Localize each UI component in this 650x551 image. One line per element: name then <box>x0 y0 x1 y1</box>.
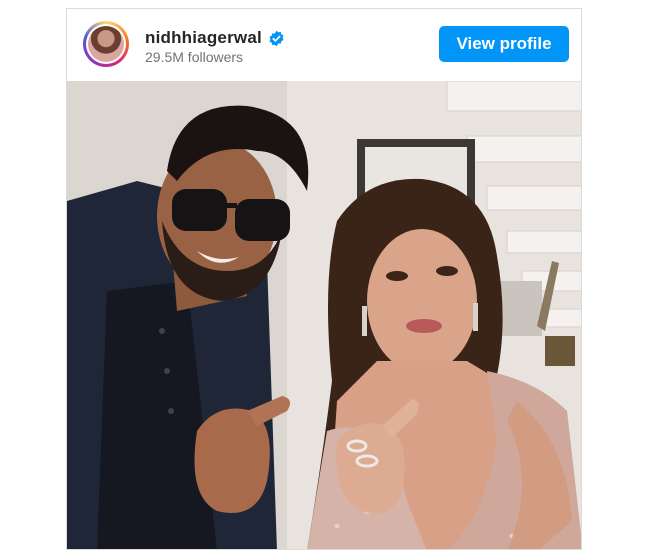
username[interactable]: nidhhiagerwal <box>145 28 262 48</box>
instagram-embed-card: nidhhiagerwal 29.5M followers View profi… <box>66 8 582 550</box>
post-photo[interactable] <box>67 81 581 549</box>
verified-badge-icon <box>269 30 284 46</box>
view-profile-button[interactable]: View profile <box>439 26 569 62</box>
username-row: nidhhiagerwal <box>145 28 285 48</box>
post-header: nidhhiagerwal 29.5M followers View profi… <box>67 9 581 81</box>
avatar[interactable] <box>83 21 129 67</box>
photo-illustration <box>67 81 581 549</box>
followers-count: 29.5M followers <box>145 49 244 65</box>
